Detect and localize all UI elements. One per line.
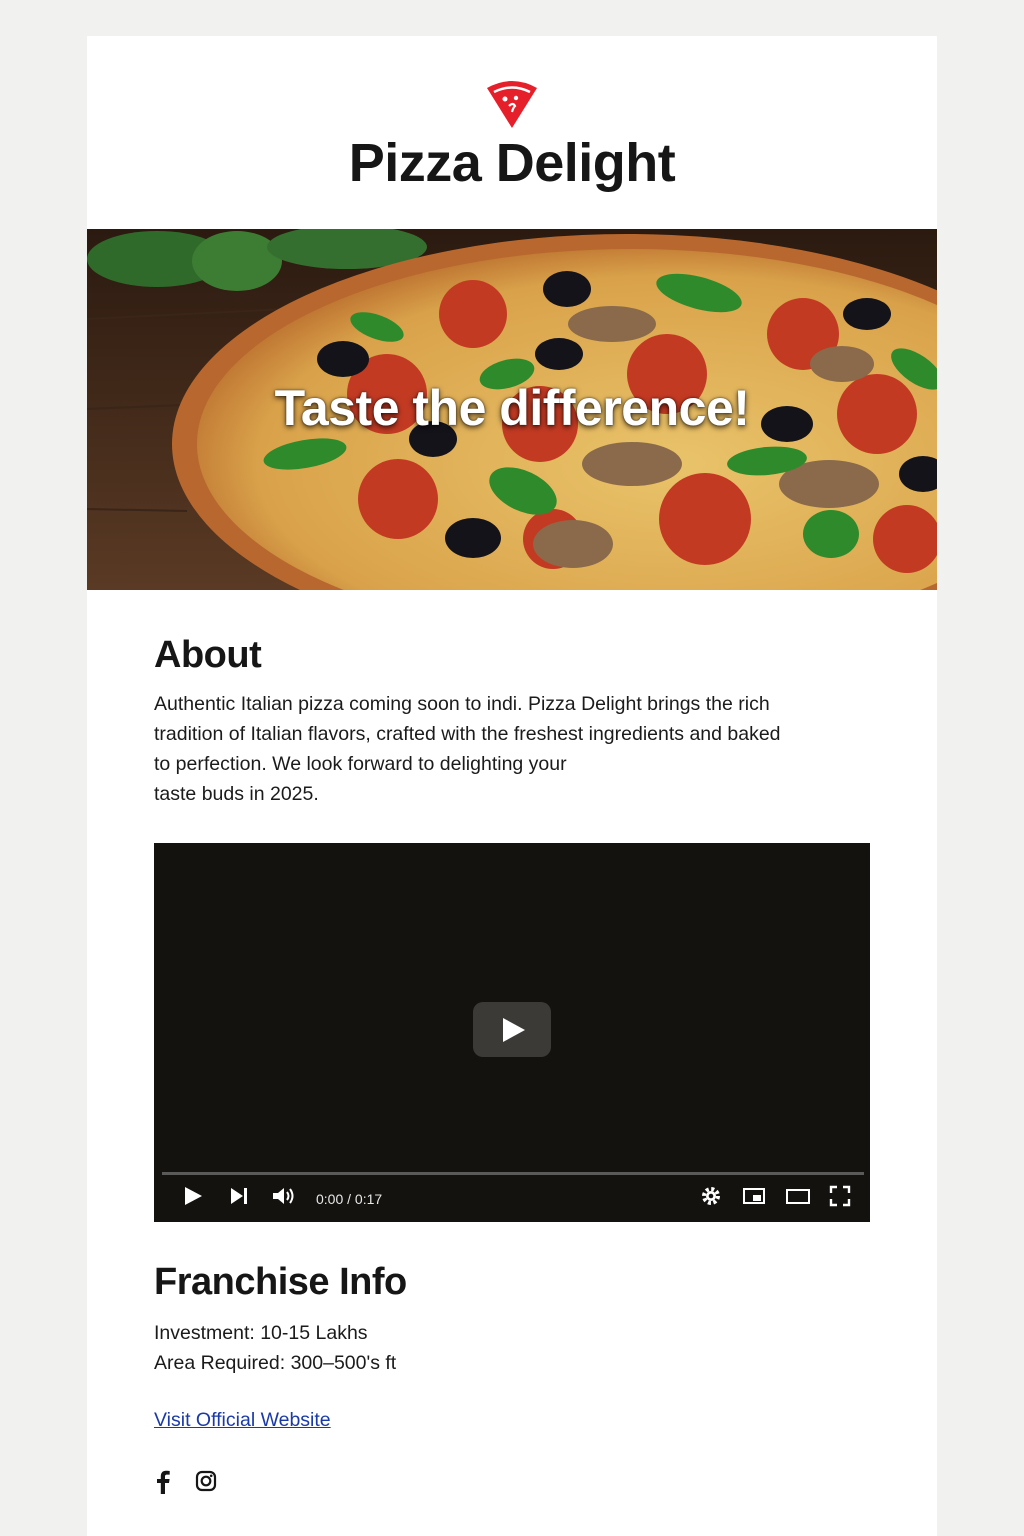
play-icon[interactable]	[182, 1185, 204, 1207]
area-text: Area Required: 300–500's ft	[154, 1352, 397, 1374]
facebook-icon[interactable]	[155, 1470, 171, 1494]
about-line: to perfection. We look forward to deligh…	[154, 753, 567, 775]
investment-text: Investment: 10-15 Lakhs	[154, 1322, 368, 1344]
next-icon[interactable]	[228, 1185, 250, 1207]
settings-icon[interactable]	[700, 1185, 722, 1207]
video-player[interactable]: 0:00 / 0:17	[154, 843, 870, 1222]
franchise-heading: Franchise Info	[154, 1261, 407, 1303]
progress-bar[interactable]	[162, 1172, 864, 1175]
brand-title: Pizza Delight	[348, 133, 676, 193]
email-card: Pizza Delight Taste the difference! Abou…	[87, 36, 937, 1536]
official-website-link[interactable]: Visit Official Website	[154, 1409, 331, 1432]
hero-tagline: Taste the difference!	[274, 380, 750, 436]
about-line: tradition of Italian flavors, crafted wi…	[154, 723, 781, 745]
about-line: taste buds in 2025.	[154, 783, 319, 805]
miniplayer-icon[interactable]	[742, 1185, 766, 1207]
about-heading: About	[154, 634, 262, 676]
volume-icon[interactable]	[271, 1185, 297, 1207]
instagram-icon[interactable]	[195, 1470, 217, 1492]
about-line: Authentic Italian pizza coming soon to i…	[154, 693, 770, 715]
about-text: Authentic Italian pizza coming soon to i…	[154, 689, 844, 809]
pizza-slice-icon	[487, 81, 537, 128]
hero-banner: Taste the difference!	[87, 229, 937, 590]
theater-icon[interactable]	[785, 1185, 811, 1207]
time-display: 0:00 / 0:17	[316, 1191, 383, 1207]
fullscreen-icon[interactable]	[829, 1185, 851, 1207]
big-play-button[interactable]	[473, 1002, 551, 1057]
